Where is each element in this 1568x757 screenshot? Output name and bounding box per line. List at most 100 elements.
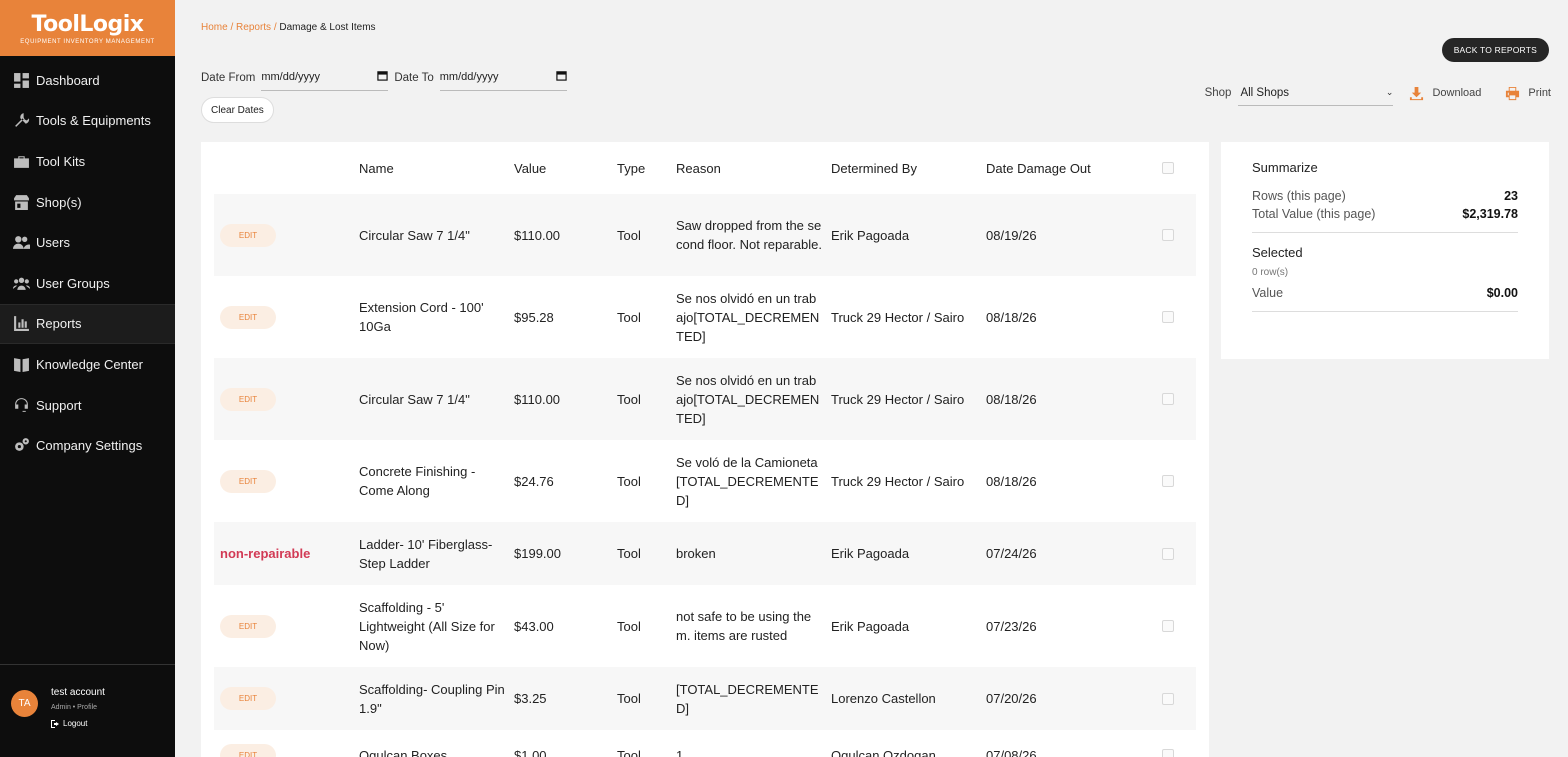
logo[interactable]: ToolLogix EQUIPMENT INVENTORY MANAGEMENT — [0, 0, 175, 56]
user-name: test account — [51, 687, 105, 698]
cell-determined-by: Truck 29 Hector / Sairo — [831, 391, 965, 407]
cell-reason: Saw dropped from the second floor. Not r… — [676, 218, 822, 252]
sidebar-item-users[interactable]: Users — [0, 222, 175, 263]
sidebar-item-tool-kits[interactable]: Tool Kits — [0, 141, 175, 182]
cell-name: Concrete Finishing - Come Along — [359, 464, 476, 498]
edit-button[interactable]: EDIT — [220, 387, 276, 411]
selected-title: Selected — [1252, 245, 1303, 260]
shop-toolbar: Shop All Shops ⌄ Download Print — [1205, 80, 1551, 106]
cell-determined-by: Erik Pagoada — [831, 227, 910, 243]
summary-total-value: $2,319.78 — [1462, 207, 1518, 221]
row-checkbox[interactable] — [1162, 547, 1174, 560]
date-filters: Date From mm/dd/yyyy Date To mm/dd/yyyy — [201, 64, 573, 91]
user-role-profile-link[interactable]: Admin • Profile — [51, 704, 105, 711]
column-header-type[interactable]: Type — [617, 161, 676, 176]
cell-type: Tool — [617, 309, 641, 325]
row-checkbox[interactable] — [1162, 229, 1174, 241]
date-to-label: Date To — [394, 71, 434, 84]
summary-rows: Rows (this page) 23 — [1252, 189, 1518, 203]
cell-determined-by: Truck 29 Hector / Sairo — [831, 309, 965, 325]
cell-value: $95.28 — [514, 309, 554, 325]
cell-date: 07/20/26 — [986, 691, 1037, 706]
user-panel: TA test account Admin • Profile Logout — [0, 664, 175, 757]
column-header-value[interactable]: Value — [514, 161, 617, 176]
table-row: EDIT Scaffolding- Coupling Pin 1.9" $3.2… — [214, 667, 1196, 730]
table-row: EDIT Extension Cord - 100' 10Ga $95.28 T… — [214, 276, 1196, 358]
calendar-icon[interactable] — [377, 70, 389, 84]
download-button[interactable]: Download — [1409, 86, 1481, 101]
row-checkbox[interactable] — [1162, 311, 1174, 323]
edit-button[interactable]: EDIT — [220, 614, 276, 638]
cell-value: $43.00 — [514, 618, 554, 634]
row-checkbox[interactable] — [1162, 620, 1174, 632]
cell-date: 07/23/26 — [986, 618, 1037, 634]
edit-button[interactable]: EDIT — [220, 223, 276, 247]
logo-name: ToolLogix — [31, 11, 144, 37]
edit-button[interactable]: EDIT — [220, 687, 276, 710]
sidebar-item-support[interactable]: Support — [0, 385, 175, 426]
cell-value: $110.00 — [514, 391, 561, 407]
cell-type: Tool — [617, 473, 641, 489]
toolbox-icon — [12, 152, 30, 170]
cell-value: $24.76 — [514, 473, 554, 489]
sidebar-item-company-settings[interactable]: Company Settings — [0, 425, 175, 466]
column-header-reason[interactable]: Reason — [676, 161, 831, 176]
edit-button[interactable]: EDIT — [220, 469, 276, 493]
cell-value: $110.00 — [514, 227, 561, 243]
cell-name: Scaffolding - 5' Lightweight (All Size f… — [359, 599, 495, 653]
clear-dates-button[interactable]: Clear Dates — [201, 97, 274, 123]
sidebar-item-dashboard[interactable]: Dashboard — [0, 60, 175, 101]
sidebar-item-knowledge-center[interactable]: Knowledge Center — [0, 344, 175, 385]
cell-reason: not safe to be using them. items are rus… — [676, 609, 812, 643]
print-label: Print — [1528, 87, 1551, 99]
cell-name: Circular Saw 7 1/4" — [359, 227, 470, 243]
avatar[interactable]: TA — [11, 690, 38, 717]
cell-type: Tool — [617, 227, 641, 243]
sidebar-item-reports[interactable]: Reports — [0, 303, 175, 345]
print-button[interactable]: Print — [1505, 86, 1551, 101]
edit-button[interactable]: EDIT — [220, 305, 276, 329]
date-to-placeholder: mm/dd/yyyy — [439, 71, 499, 83]
cell-determined-by: Erik Pagoada — [831, 546, 910, 561]
sidebar-item-label: Shop(s) — [36, 194, 82, 210]
sidebar-item-label: Tools & Equipments — [36, 113, 151, 129]
row-checkbox[interactable] — [1162, 475, 1174, 487]
sidebar-nav: Dashboard Tools & Equipments Tool Kits S… — [0, 60, 175, 466]
cell-reason: Se nos olvidó en un trabajo[TOTAL_DECREM… — [676, 290, 820, 344]
damage-lost-table: Name Value Type Reason Determined By Dat… — [201, 142, 1209, 757]
print-icon — [1506, 86, 1520, 100]
cell-name: Ladder- 10' Fiberglass-Step Ladder — [359, 536, 493, 571]
edit-button[interactable]: EDIT — [220, 743, 276, 757]
sidebar: ToolLogix EQUIPMENT INVENTORY MANAGEMENT… — [0, 0, 175, 757]
summary-title: Summarize — [1252, 160, 1318, 175]
sidebar-item-user-groups[interactable]: User Groups — [0, 263, 175, 304]
shop-icon — [12, 193, 30, 211]
select-all-checkbox[interactable] — [1162, 162, 1174, 174]
table-row: EDIT Circular Saw 7 1/4" $110.00 Tool Se… — [214, 358, 1196, 440]
column-header-name[interactable]: Name — [359, 161, 514, 176]
breadcrumb-reports[interactable]: Reports — [236, 22, 271, 33]
column-header-date-damage-out[interactable]: Date Damage Out — [986, 161, 1162, 176]
shop-select-value: All Shops — [1240, 86, 1290, 99]
row-checkbox[interactable] — [1162, 749, 1174, 757]
breadcrumb-home[interactable]: Home — [201, 22, 228, 33]
sidebar-item-tools[interactable]: Tools & Equipments — [0, 101, 175, 142]
table-header: Name Value Type Reason Determined By Dat… — [214, 142, 1196, 194]
cell-date: 08/18/26 — [986, 309, 1037, 325]
chevron-down-icon: ⌄ — [1385, 87, 1394, 97]
dashboard-icon — [12, 71, 30, 89]
calendar-icon[interactable] — [556, 70, 567, 84]
row-checkbox[interactable] — [1162, 692, 1174, 705]
back-to-reports-button[interactable]: BACK TO REPORTS — [1441, 38, 1549, 62]
date-to-input[interactable]: mm/dd/yyyy — [439, 64, 567, 91]
sidebar-item-label: User Groups — [36, 275, 110, 291]
sidebar-item-shops[interactable]: Shop(s) — [0, 182, 175, 223]
row-checkbox[interactable] — [1162, 393, 1174, 405]
shop-select[interactable]: All Shops ⌄ — [1238, 80, 1394, 106]
summary-rows-label: Rows (this page) — [1252, 189, 1346, 203]
logout-link[interactable]: Logout — [51, 719, 105, 728]
column-header-determined-by[interactable]: Determined By — [831, 161, 986, 176]
date-from-input[interactable]: mm/dd/yyyy — [261, 64, 389, 91]
cell-reason: Se voló de la Camioneta[TOTAL_DECREMENTE… — [676, 454, 819, 508]
selected-value: Value $0.00 — [1252, 286, 1518, 300]
